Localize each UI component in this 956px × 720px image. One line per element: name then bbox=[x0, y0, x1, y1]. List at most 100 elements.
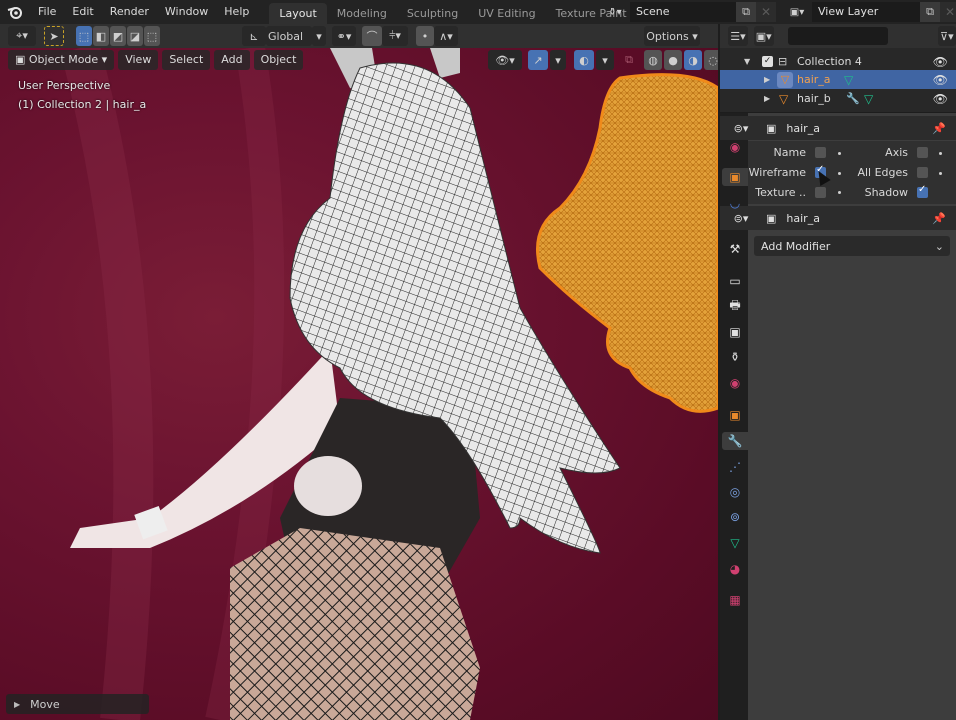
expand-arrow-icon[interactable]: ▶ bbox=[764, 75, 770, 84]
filter-icon[interactable]: ⊽▾ bbox=[937, 26, 956, 46]
scene-field[interactable]: Scene bbox=[630, 2, 736, 22]
menu-view[interactable]: View bbox=[118, 50, 159, 70]
editor-type-icon[interactable]: ⌖▾ bbox=[8, 26, 36, 46]
modifier-wrench-icon[interactable]: 🔧 bbox=[722, 432, 748, 450]
select-mode-extend-icon[interactable]: ◧ bbox=[93, 26, 109, 46]
menu-object[interactable]: Object bbox=[253, 50, 304, 70]
transform-orientation-dropdown[interactable]: Global bbox=[266, 26, 312, 46]
transform-orientation-icon[interactable]: ⊾ bbox=[242, 26, 266, 46]
mesh-data-icon[interactable]: ▽ bbox=[844, 73, 853, 87]
view-layer-properties-icon[interactable]: ▣ bbox=[726, 323, 744, 341]
rendered-shading-icon[interactable]: ◌ bbox=[704, 50, 718, 70]
last-operator-panel[interactable]: ▶ Move bbox=[6, 694, 149, 714]
scene-properties-icon[interactable]: ⚱ bbox=[726, 348, 744, 366]
expand-arrow-icon[interactable]: ▼ bbox=[744, 57, 750, 66]
3d-viewport[interactable]: ▣ Object Mode ▾ View Select Add Object 👁… bbox=[0, 48, 718, 720]
keyframe-dot[interactable] bbox=[838, 152, 841, 155]
new-scene-button[interactable]: ⧉ bbox=[736, 2, 756, 22]
overlays-toggle-icon[interactable]: ◐ bbox=[574, 50, 594, 70]
axis-checkbox[interactable] bbox=[917, 147, 928, 158]
visibility-eye-icon[interactable]: 👁 bbox=[933, 92, 948, 106]
keyframe-dot[interactable] bbox=[939, 152, 942, 155]
outliner-editor-type-icon[interactable]: ☰▾ bbox=[728, 26, 748, 46]
tab-layout[interactable]: Layout bbox=[269, 3, 327, 24]
menu-edit[interactable]: Edit bbox=[64, 0, 101, 24]
mesh-data-icon[interactable]: ▽ bbox=[864, 92, 873, 106]
select-mode-subtract-icon[interactable]: ◩ bbox=[110, 26, 126, 46]
outliner-row-hair-a[interactable]: ▶ ▽ hair_a ▽ 👁 bbox=[720, 70, 956, 89]
editor-toggle-icon[interactable]: ⊜▾ bbox=[728, 118, 754, 138]
view-layer-icon[interactable]: ▣▾ bbox=[782, 2, 812, 22]
solid-shading-icon[interactable]: ● bbox=[664, 50, 682, 70]
scene-icon[interactable]: ⚱▾ bbox=[600, 2, 630, 22]
collection-checkbox[interactable]: ✓ bbox=[762, 56, 773, 67]
keyframe-dot[interactable] bbox=[939, 172, 942, 175]
display-mode-icon[interactable]: ▣▾ bbox=[753, 26, 774, 46]
material-preview-shading-icon[interactable]: ◑ bbox=[684, 50, 702, 70]
visibility-eye-icon[interactable]: 👁 bbox=[933, 55, 948, 69]
new-view-layer-button[interactable]: ⧉ bbox=[920, 2, 940, 22]
blender-logo-icon[interactable] bbox=[0, 0, 30, 24]
options-dropdown[interactable]: Options ▾ bbox=[644, 26, 700, 46]
constraints-icon[interactable]: ⊚ bbox=[726, 508, 744, 526]
expand-arrow-icon[interactable]: ▶ bbox=[764, 94, 770, 103]
tab-uv-editing[interactable]: UV Editing bbox=[468, 3, 545, 24]
menu-render[interactable]: Render bbox=[102, 0, 157, 24]
outliner-search-input[interactable] bbox=[787, 27, 888, 45]
output-properties-icon[interactable]: 🖶 bbox=[726, 297, 744, 315]
snap-target-icon[interactable]: ⫩▾ bbox=[382, 26, 408, 46]
object-icon[interactable]: ▣ bbox=[726, 406, 744, 424]
particles-icon[interactable]: ⋰ bbox=[726, 458, 744, 476]
texture-icon[interactable]: ▦ bbox=[726, 591, 744, 609]
outliner-row-collection[interactable]: ▼ ✓ ⊟ Collection 4 👁 bbox=[720, 52, 956, 71]
pivot-point-icon[interactable]: ⚭▾ bbox=[332, 26, 356, 46]
select-mode-invert-icon[interactable]: ◪ bbox=[127, 26, 143, 46]
world-properties-icon[interactable]: ◉ bbox=[726, 374, 744, 392]
select-mode-intersect-icon[interactable]: ⬚ bbox=[144, 26, 160, 46]
menu-file[interactable]: File bbox=[30, 0, 64, 24]
menu-help[interactable]: Help bbox=[216, 0, 257, 24]
hair-a-mesh-selected[interactable] bbox=[536, 73, 719, 413]
select-tool-icon[interactable]: ➤ bbox=[44, 26, 64, 46]
gizmo-toggle-icon[interactable]: ↗ bbox=[528, 50, 548, 70]
chevron-down-icon[interactable]: ▾ bbox=[596, 50, 614, 70]
menu-window[interactable]: Window bbox=[157, 0, 216, 24]
select-mode-new-icon[interactable]: ⬚ bbox=[76, 26, 92, 46]
all-edges-checkbox[interactable] bbox=[917, 167, 928, 178]
name-checkbox[interactable] bbox=[815, 147, 826, 158]
visibility-eye-icon[interactable]: 👁 bbox=[933, 73, 948, 87]
xray-toggle-icon[interactable]: ⧉ bbox=[620, 50, 638, 70]
outliner-row-hair-b[interactable]: ▶ ▽ hair_b 🔧 ▽ 👁 bbox=[720, 89, 956, 108]
wireframe-shading-icon[interactable]: ◍ bbox=[644, 50, 662, 70]
chevron-down-icon[interactable]: ▾ bbox=[312, 26, 326, 46]
view-layer-field[interactable]: View Layer bbox=[812, 2, 920, 22]
visibility-icon[interactable]: 👁▾ bbox=[488, 50, 522, 70]
tab-modeling[interactable]: Modeling bbox=[327, 3, 397, 24]
object-properties-icon[interactable]: ▣ bbox=[722, 168, 748, 186]
tab-sculpting[interactable]: Sculpting bbox=[397, 3, 468, 24]
pin-icon[interactable]: 📌 bbox=[932, 212, 946, 225]
proportional-edit-icon[interactable]: • bbox=[416, 26, 434, 46]
tool-icon[interactable]: ⚒ bbox=[726, 240, 744, 258]
delete-view-layer-button[interactable]: ✕ bbox=[940, 2, 956, 22]
modifier-partial-icon[interactable]: ◡ bbox=[726, 194, 744, 212]
snap-toggle-icon[interactable]: ⌒ bbox=[362, 26, 382, 46]
chevron-down-icon[interactable]: ▾ bbox=[550, 50, 566, 70]
wrench-icon[interactable]: 🔧 bbox=[846, 92, 860, 105]
physics-icon[interactable]: ◎ bbox=[726, 483, 744, 501]
shadow-checkbox[interactable] bbox=[917, 184, 928, 198]
material-icon[interactable]: ◕ bbox=[726, 560, 744, 578]
keyframe-dot[interactable] bbox=[838, 172, 841, 175]
render-properties-icon[interactable]: ▭ bbox=[726, 272, 744, 290]
texture-space-checkbox[interactable] bbox=[815, 187, 826, 198]
add-modifier-dropdown[interactable]: Add Modifier ⌄ bbox=[754, 236, 950, 256]
menu-add[interactable]: Add bbox=[214, 50, 250, 70]
world-icon[interactable]: ◉ bbox=[726, 138, 744, 156]
delete-scene-button[interactable]: ✕ bbox=[756, 2, 776, 22]
mode-dropdown[interactable]: ▣ Object Mode ▾ bbox=[8, 50, 115, 70]
pin-icon[interactable]: 📌 bbox=[932, 122, 946, 135]
proportional-falloff-icon[interactable]: ∧▾ bbox=[434, 26, 458, 46]
menu-select[interactable]: Select bbox=[162, 50, 211, 70]
keyframe-dot[interactable] bbox=[838, 191, 841, 194]
mesh-data-icon[interactable]: ▽ bbox=[726, 534, 744, 552]
